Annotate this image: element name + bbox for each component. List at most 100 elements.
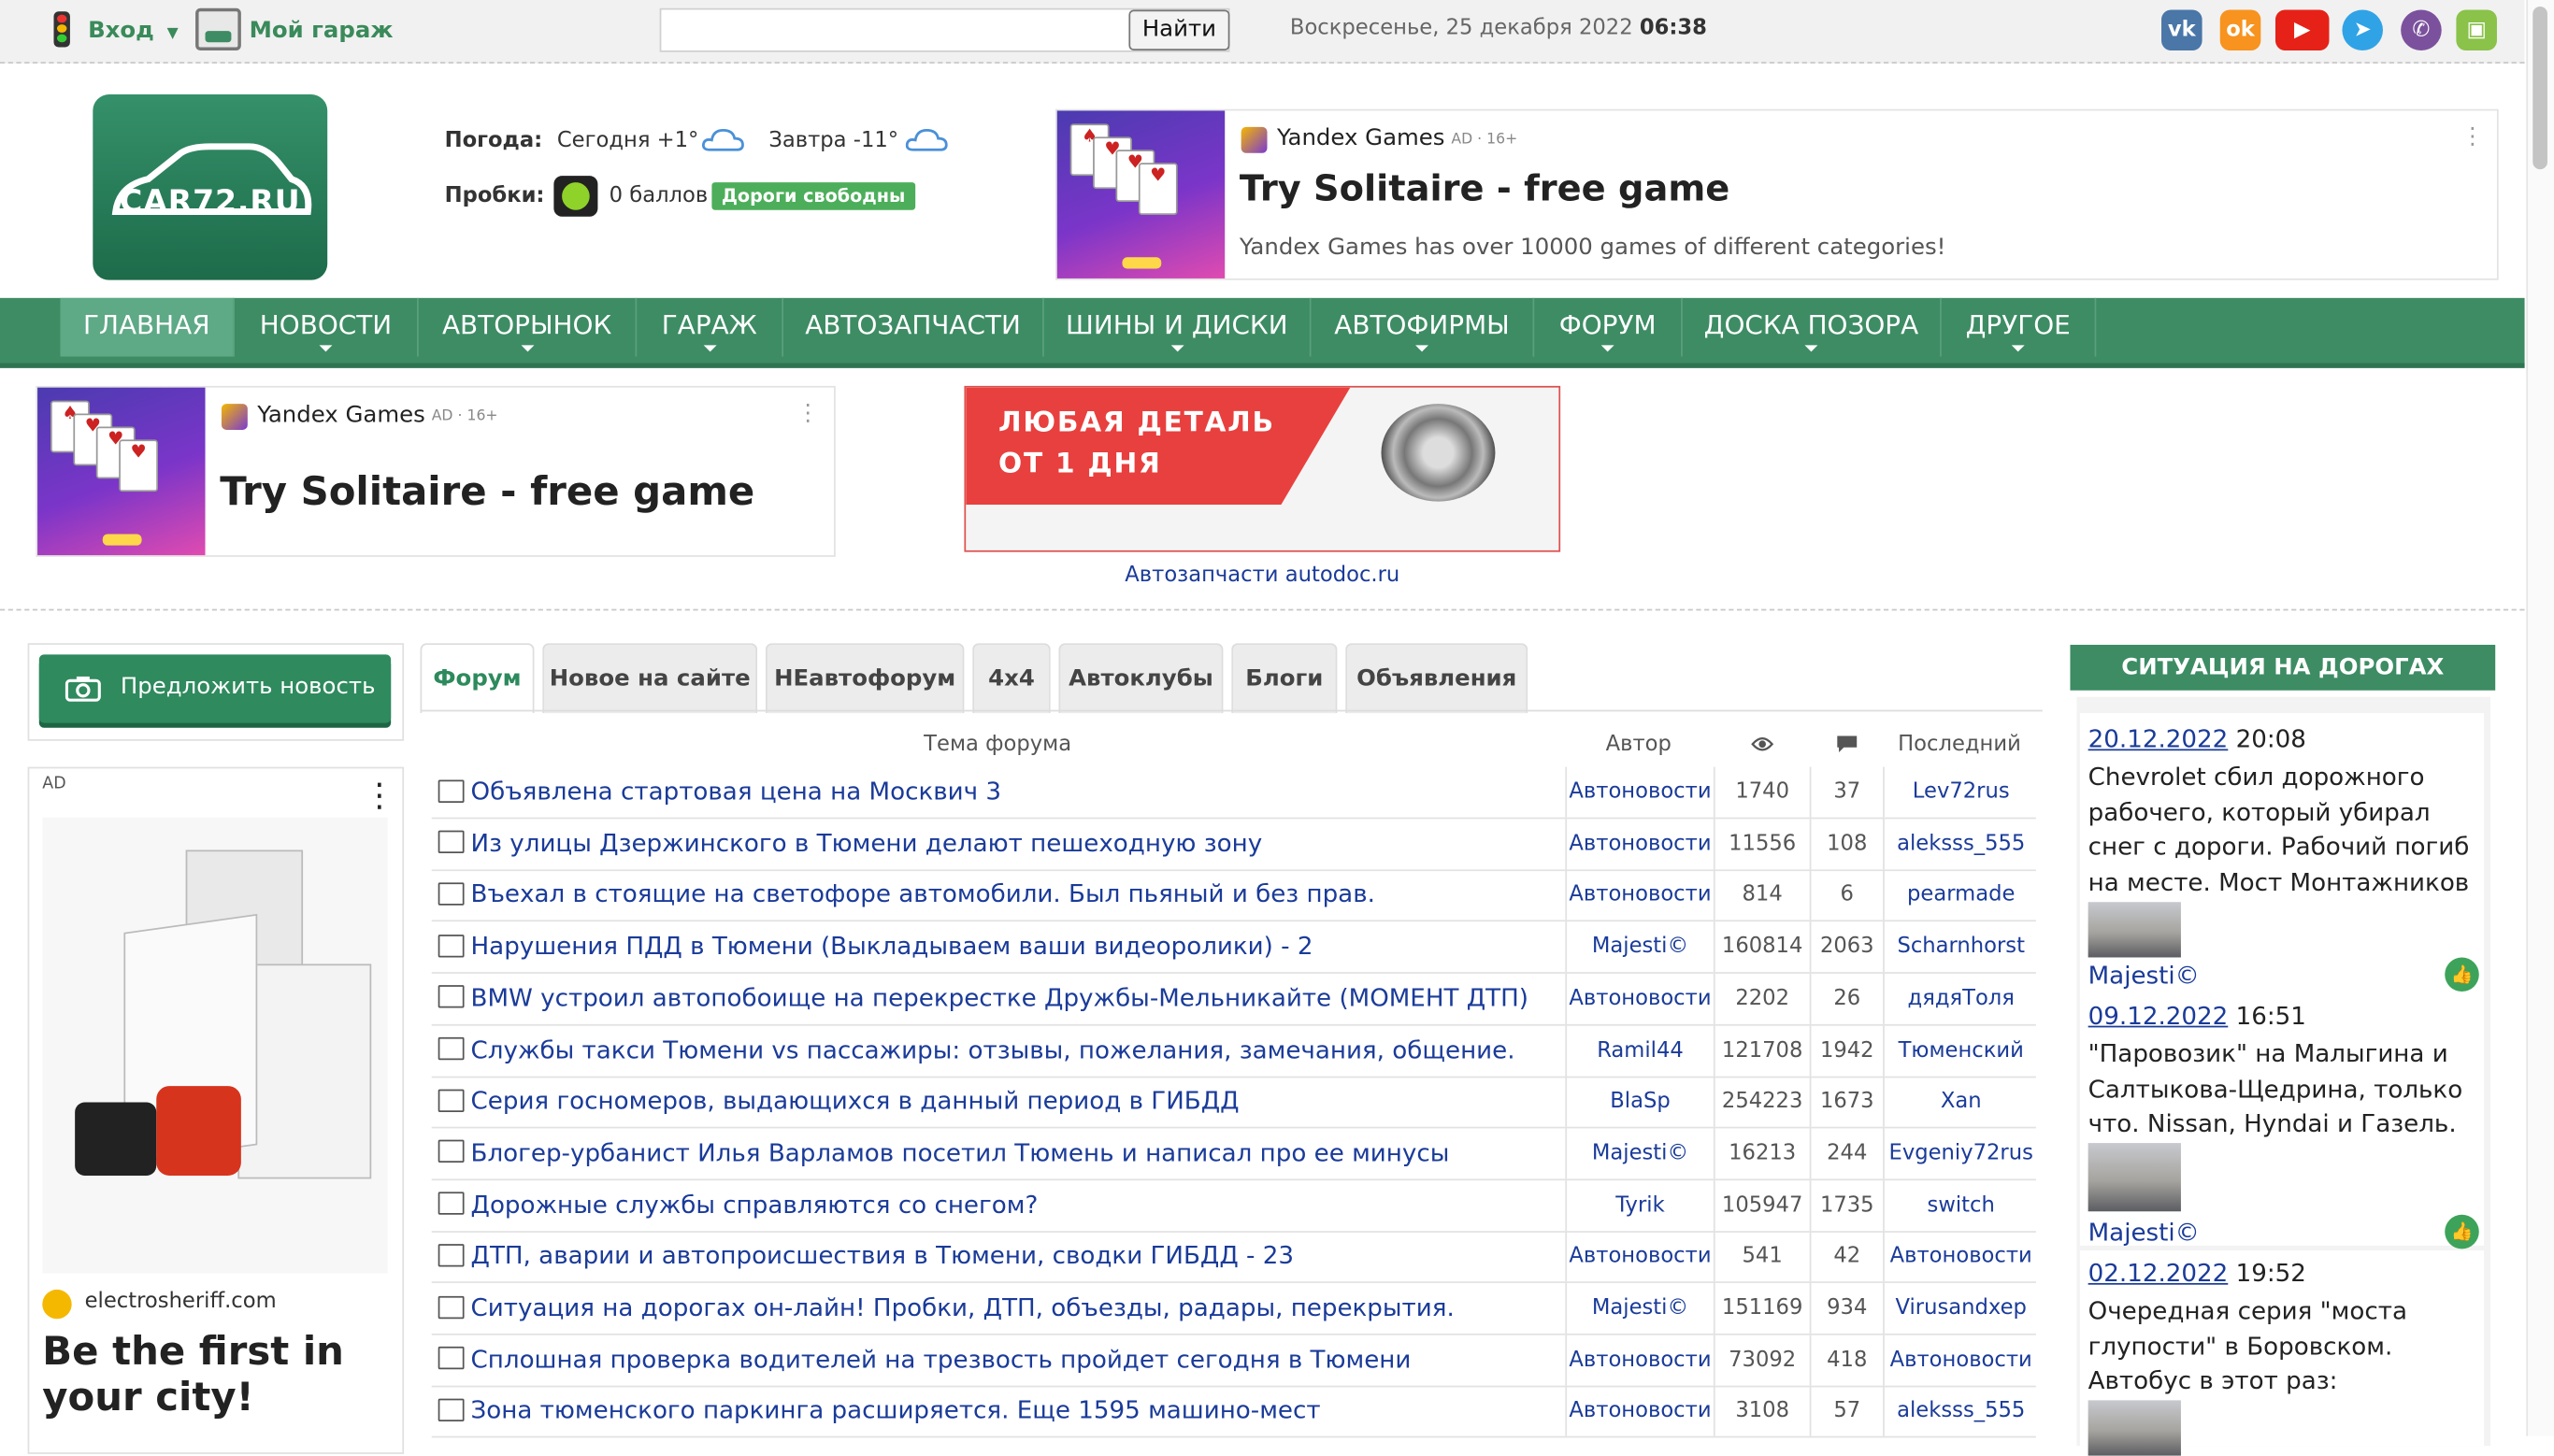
last-poster-link[interactable]: Тюменский xyxy=(1883,1024,2038,1076)
author-link[interactable]: Автоновости xyxy=(1565,1335,1714,1386)
tab-blogs[interactable]: Блоги xyxy=(1231,643,1338,714)
chevron-down-icon xyxy=(1600,345,1614,352)
search-button[interactable]: Найти xyxy=(1128,9,1230,51)
thumbs-up-icon[interactable]: 👍 xyxy=(2445,957,2479,992)
tab-non-auto-forum[interactable]: НЕавтофорум xyxy=(765,643,965,714)
nav-item-garage[interactable]: ГАРАЖ xyxy=(637,297,784,357)
last-poster-link[interactable]: pearmade xyxy=(1883,870,2038,921)
topic-icon xyxy=(438,1089,465,1112)
nav-item-other[interactable]: ДРУГОЕ xyxy=(1942,297,2097,357)
topic-link[interactable]: Из улицы Дзержинского в Тюмени делают пе… xyxy=(432,819,1564,869)
news-thumbnail[interactable] xyxy=(2088,902,2181,958)
site-logo[interactable]: CAR72.RU xyxy=(93,94,328,280)
scrollbar-thumb[interactable] xyxy=(2532,6,2547,170)
news-datetime: 20.12.2022 20:08 xyxy=(2088,723,2306,758)
news-thumbnail[interactable] xyxy=(2088,1400,2181,1456)
author-link[interactable]: Majesti© xyxy=(1565,921,1714,973)
autodoc-banner[interactable]: ЛЮБАЯ ДЕТАЛЬ ОТ 1 ДНЯ xyxy=(964,385,1561,552)
kebab-menu-icon[interactable]: ⋮ xyxy=(796,401,819,427)
last-poster-link[interactable]: Evgeniy72rus xyxy=(1883,1128,2038,1179)
traffic-light-icon xyxy=(53,11,70,48)
nav-item-shame-board[interactable]: ДОСКА ПОЗОРА xyxy=(1683,297,1942,357)
topic-link[interactable]: Зона тюменского паркинга расширяется. Ещ… xyxy=(432,1386,1564,1436)
scrollbar[interactable] xyxy=(2526,0,2554,1436)
camera-icon xyxy=(65,676,101,702)
youtube-icon[interactable]: ▶ xyxy=(2274,9,2330,51)
ad-banner-top[interactable]: ♠ ♥ ♥ ♥ Yandex Games AD · 16+ Try Solita… xyxy=(1055,108,2499,280)
topic-link[interactable]: Дорожные службы справляются со снегом? xyxy=(432,1179,1564,1230)
news-thumbnail[interactable] xyxy=(2088,1143,2181,1212)
last-poster-link[interactable]: switch xyxy=(1883,1179,2038,1231)
nav-item-forum[interactable]: ФОРУМ xyxy=(1534,297,1683,357)
topic-link[interactable]: Объявлена стартовая цена на Москвич 3 xyxy=(432,767,1564,818)
tab-ads[interactable]: Объявления xyxy=(1345,643,1528,714)
nav-item-home[interactable]: ГЛАВНАЯ xyxy=(60,297,235,357)
kebab-menu-icon[interactable]: ⋮ xyxy=(2461,123,2484,150)
topic-link[interactable]: Блогер-урбанист Илья Варламов посетил Тю… xyxy=(432,1128,1564,1178)
telegram-icon[interactable]: ➤ xyxy=(2342,9,2383,51)
topic-link[interactable]: BMW устроил автопобоище на перекрестке Д… xyxy=(432,974,1564,1024)
tab-forum[interactable]: Форум xyxy=(420,643,535,714)
last-poster-link[interactable]: Scharnhorst xyxy=(1883,921,2038,973)
last-poster-link[interactable]: Автоновости xyxy=(1883,1231,2038,1282)
author-link[interactable]: Majesti© xyxy=(1565,1128,1714,1179)
autodoc-link[interactable]: Автозапчасти autodoc.ru xyxy=(964,564,1560,588)
ad-brand: Yandex Games xyxy=(257,402,425,429)
author-link[interactable]: Ramil44 xyxy=(1565,1024,1714,1076)
topic-link[interactable]: Въехал в стоящие на светофоре автомобили… xyxy=(432,870,1564,921)
author-link[interactable]: Автоновости xyxy=(1565,766,1714,818)
nav-item-car-market[interactable]: АВТОРЫНОК xyxy=(419,297,638,357)
nav-item-parts[interactable]: АВТОЗАПЧАСТИ xyxy=(783,297,1044,357)
last-poster-link[interactable]: Virusandxep xyxy=(1883,1282,2038,1334)
table-row: Ситуация на дорогах он-лайн! Пробки, ДТП… xyxy=(431,1282,2038,1335)
news-author[interactable]: Majesti© xyxy=(2088,1218,2200,1247)
last-poster-link[interactable]: Автоновости xyxy=(1883,1335,2038,1386)
ok-icon[interactable]: ok xyxy=(2219,9,2261,51)
author-link[interactable]: Автоновости xyxy=(1565,870,1714,921)
topic-link[interactable]: Сплошная проверка водителей на трезвость… xyxy=(432,1335,1564,1385)
author-link[interactable]: Tyrik xyxy=(1565,1179,1714,1231)
tab-new-on-site[interactable]: Новое на сайте xyxy=(542,643,758,714)
tab-autoclubs[interactable]: Автоклубы xyxy=(1058,643,1224,714)
author-link[interactable]: Автоновости xyxy=(1565,1386,1714,1437)
topic-link[interactable]: Службы такси Тюмени vs пассажиры: отзывы… xyxy=(432,1025,1564,1076)
last-poster-link[interactable]: Xan xyxy=(1883,1076,2038,1127)
news-text[interactable]: Chevrolet сбил дорожного рабочего, котор… xyxy=(2088,761,2488,901)
topic-link[interactable]: Серия госномеров, выдающихся в данный пе… xyxy=(432,1077,1564,1127)
nav-item-news[interactable]: НОВОСТИ xyxy=(235,297,419,357)
tab-4x4[interactable]: 4x4 xyxy=(972,643,1051,714)
stabilizer-product-image xyxy=(42,817,388,1274)
news-date[interactable]: 20.12.2022 xyxy=(2088,724,2229,753)
news-text[interactable]: Очередная серия "моста глупости" в Боров… xyxy=(2088,1294,2488,1399)
thumbs-up-icon[interactable]: 👍 xyxy=(2445,1214,2479,1249)
left-ad-panel[interactable]: AD ⋮ electrosheriff.com Be the first in … xyxy=(27,766,405,1454)
author-link[interactable]: Majesti© xyxy=(1565,1282,1714,1334)
login-link[interactable]: Вход ▼ xyxy=(88,18,179,44)
topic-icon xyxy=(438,1140,465,1163)
topic-link[interactable]: Ситуация на дорогах он-лайн! Пробки, ДТП… xyxy=(432,1283,1564,1334)
author-link[interactable]: Автоновости xyxy=(1565,1231,1714,1282)
last-poster-link[interactable]: aleksss_555 xyxy=(1883,1386,2038,1437)
author-link[interactable]: BlaSp xyxy=(1565,1076,1714,1127)
news-date[interactable]: 02.12.2022 xyxy=(2088,1259,2229,1288)
author-link[interactable]: Автоновости xyxy=(1565,973,1714,1024)
my-garage-link[interactable]: Мой гараж xyxy=(250,18,394,44)
ad-banner-second[interactable]: ♠ ♥ ♥ ♥ Yandex Games AD · 16+ Try Solita… xyxy=(36,385,836,557)
news-author[interactable]: Majesti© xyxy=(2088,961,2200,990)
header-last: Последний xyxy=(1898,733,2021,758)
news-text[interactable]: "Паровозик" на Малыгина и Салтыкова-Щедр… xyxy=(2088,1037,2488,1142)
suggest-news-button[interactable]: Предложить новость xyxy=(38,654,392,723)
news-date[interactable]: 09.12.2022 xyxy=(2088,1002,2229,1031)
kebab-menu-icon[interactable]: ⋮ xyxy=(364,775,396,814)
last-poster-link[interactable]: Lev72rus xyxy=(1883,766,2038,818)
topic-link[interactable]: Нарушения ПДД в Тюмени (Выкладываем ваши… xyxy=(432,921,1564,972)
viber-icon[interactable]: ✆ xyxy=(2401,9,2442,51)
nav-item-companies[interactable]: АВТОФИРМЫ xyxy=(1312,297,1535,357)
vk-icon[interactable]: vk xyxy=(2161,9,2202,51)
last-poster-link[interactable]: aleksss_555 xyxy=(1883,818,2038,869)
last-poster-link[interactable]: дядяТоля xyxy=(1883,973,2038,1024)
author-link[interactable]: Автоновости xyxy=(1565,818,1714,869)
nav-item-tires[interactable]: ШИНЫ И ДИСКИ xyxy=(1044,297,1312,357)
android-icon[interactable]: ▣ xyxy=(2456,9,2497,51)
topic-link[interactable]: ДТП, аварии и автопроисшествия в Тюмени,… xyxy=(432,1232,1564,1282)
